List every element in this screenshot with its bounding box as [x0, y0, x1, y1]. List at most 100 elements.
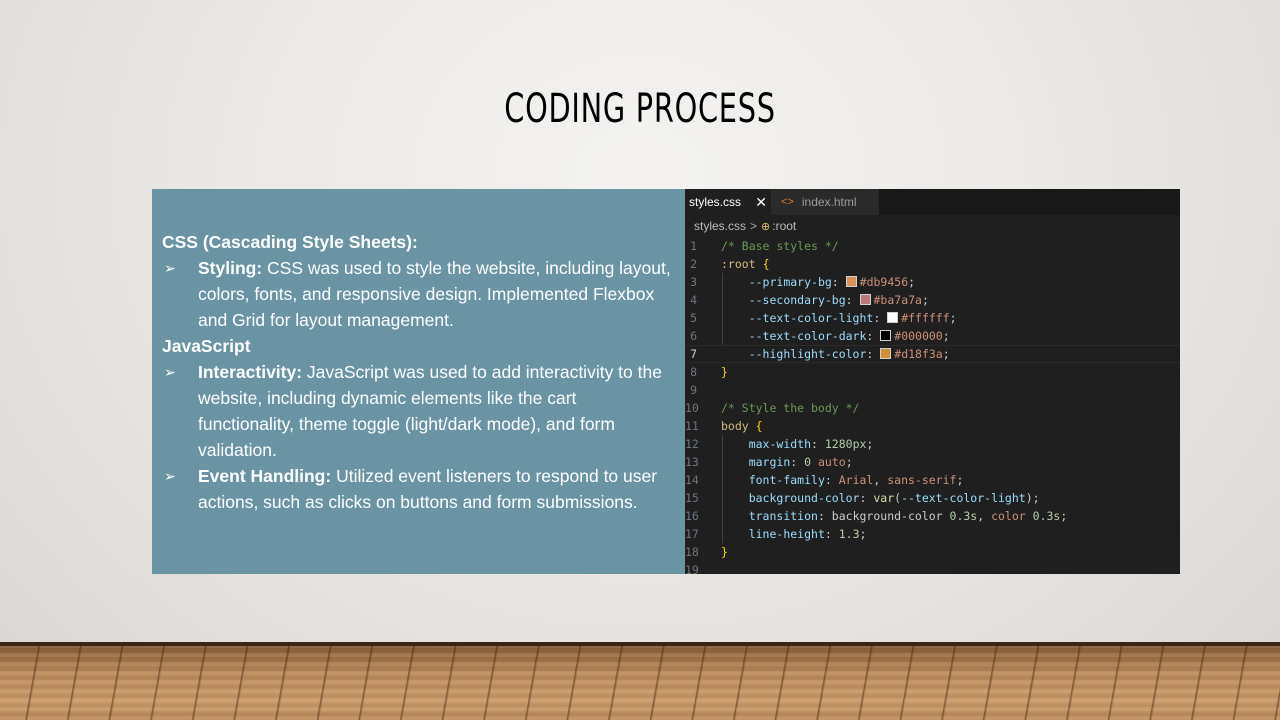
code-line[interactable]: 5 --text-color-light: #ffffff;	[685, 309, 1180, 327]
code-line[interactable]: 1 /* Base styles */	[685, 237, 1180, 255]
code-text: margin: 0 auto;	[721, 453, 853, 471]
html-file-icon: <>	[781, 196, 794, 208]
code-token: font-family	[748, 473, 825, 487]
line-number: 17	[685, 527, 699, 541]
code-token: 0.3s	[949, 509, 978, 523]
tab-label: index.html	[801, 195, 857, 209]
code-token: #db9456	[859, 275, 909, 289]
line-number: 1	[690, 239, 697, 253]
code-token: Arial	[838, 473, 874, 487]
code-area[interactable]: 1/* Base styles */2:root {3 --primary-bg…	[685, 237, 1180, 574]
code-line[interactable]: 3 --primary-bg: #db9456;	[685, 273, 1180, 291]
code-token: :root	[721, 257, 756, 271]
code-token: ;	[1060, 509, 1068, 523]
description-panel: CSS (Cascading Style Sheets): ➢ Styling: …	[152, 189, 685, 574]
code-text: max-width: 1280px;	[721, 435, 874, 453]
close-icon[interactable]: ✕	[755, 194, 767, 211]
bullet-item: ➢ Event Handling: Utilized event listener…	[162, 463, 675, 515]
code-line[interactable]: 8}	[685, 363, 1180, 381]
code-line[interactable]: 18}	[685, 543, 1180, 561]
code-text: body {	[721, 417, 763, 435]
code-token: ,	[873, 473, 888, 487]
code-token: :	[811, 437, 825, 451]
code-text: line-height: 1.3;	[721, 525, 867, 543]
code-line[interactable]: 19	[685, 561, 1180, 574]
code-line[interactable]: 6 --text-color-dark: #000000;	[685, 327, 1180, 345]
breadcrumb-symbol[interactable]: :root	[772, 219, 796, 233]
color-swatch-icon[interactable]	[859, 294, 871, 305]
arrow-bullet-icon: ➢	[164, 260, 176, 276]
tab-label: styles.css	[689, 195, 742, 209]
code-token: :	[859, 491, 874, 505]
chevron-right-icon: >	[750, 219, 758, 233]
code-text: transition: background-color 0.3s, color…	[721, 507, 1068, 525]
code-token: 1.3	[838, 527, 860, 541]
editor-tab-bar: styles.css ✕ <> index.html	[685, 189, 1180, 215]
code-token: body	[721, 419, 749, 433]
code-token: :	[873, 311, 888, 325]
code-token: {	[762, 257, 770, 271]
code-text: }	[721, 363, 728, 381]
code-token: ;	[866, 437, 874, 451]
code-line[interactable]: 10 /* Style the body */	[685, 399, 1180, 417]
breadcrumb-file[interactable]: styles.css	[694, 219, 746, 233]
code-line[interactable]: 17 line-height: 1.3;	[685, 525, 1180, 543]
code-token: :	[831, 275, 846, 289]
code-token: --primary-bg	[748, 275, 832, 289]
code-token: /* Base styles */	[721, 239, 839, 253]
code-text: :root {	[721, 255, 770, 273]
color-swatch-icon[interactable]	[845, 276, 857, 287]
line-number: 19	[685, 563, 699, 574]
line-number: 3	[690, 275, 697, 289]
code-token: --text-color-light	[748, 311, 874, 325]
code-line[interactable]: 13 margin: 0 auto;	[685, 453, 1180, 471]
code-token: :	[866, 347, 881, 361]
code-token: 0.3s	[1032, 509, 1061, 523]
line-number: 12	[685, 437, 699, 451]
bullet-item: ➢ Interactivity: JavaScript was used to a…	[162, 359, 675, 463]
code-line[interactable]: 14 font-family: Arial, sans-serif;	[685, 471, 1180, 489]
code-line[interactable]: 12 max-width: 1280px;	[685, 435, 1180, 453]
code-token: ;	[942, 347, 950, 361]
code-text: /* Base styles */	[721, 237, 839, 255]
code-line[interactable]: 15 background-color: var(--text-color-li…	[685, 489, 1180, 507]
code-token: /* Style the body */	[721, 401, 860, 415]
code-line[interactable]: 16 transition: background-color 0.3s, co…	[685, 507, 1180, 525]
code-line[interactable]: 9	[685, 381, 1180, 399]
bullet-label: Interactivity:	[198, 362, 303, 382]
code-token: ;	[921, 293, 929, 307]
tab-styles-css[interactable]: styles.css ✕	[685, 189, 771, 215]
code-token: line-height	[748, 527, 825, 541]
code-token: }	[721, 365, 728, 379]
code-line[interactable]: 7 --highlight-color: #d18f3a;	[685, 345, 1180, 363]
line-number: 18	[685, 545, 699, 559]
css-heading: CSS (Cascading Style Sheets):	[162, 232, 418, 252]
code-text: font-family: Arial, sans-serif;	[721, 471, 964, 489]
code-token: :	[866, 329, 881, 343]
color-swatch-icon[interactable]	[880, 348, 892, 359]
line-number: 7	[690, 347, 697, 361]
code-token: auto	[817, 455, 846, 469]
code-token: transition	[748, 509, 818, 523]
wood-floor-decoration	[0, 642, 1280, 720]
code-line[interactable]: 11 body {	[685, 417, 1180, 435]
code-token: #d18f3a	[894, 347, 943, 361]
line-number: 15	[685, 491, 699, 505]
line-number: 16	[685, 509, 699, 523]
color-swatch-icon[interactable]	[887, 312, 899, 323]
color-swatch-icon[interactable]	[880, 330, 892, 341]
code-text: --text-color-light: #ffffff;	[721, 309, 957, 327]
code-token: #ffffff	[901, 311, 950, 325]
line-number: 9	[690, 383, 697, 397]
code-line[interactable]: 2:root {	[685, 255, 1180, 273]
tab-index-html[interactable]: <> index.html	[771, 189, 879, 215]
code-line[interactable]: 4 --secondary-bg: #ba7a7a;	[685, 291, 1180, 309]
code-text: }	[721, 543, 728, 561]
code-token: sans-serif	[887, 473, 957, 487]
